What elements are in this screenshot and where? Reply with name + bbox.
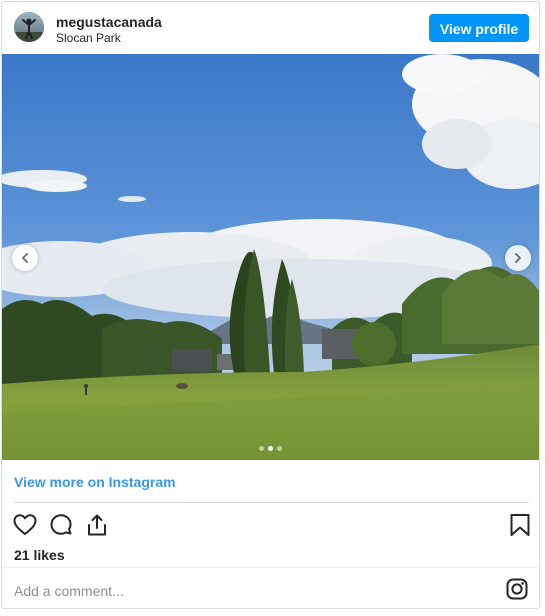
- comment-button[interactable]: [48, 512, 74, 538]
- share-button[interactable]: [84, 512, 110, 538]
- carousel-dot-active: [268, 446, 273, 451]
- username[interactable]: megustacanada: [56, 14, 162, 30]
- park-landscape-image: [2, 54, 539, 460]
- post-photo[interactable]: [2, 54, 539, 460]
- comment-icon: [50, 514, 72, 535]
- carousel-indicator: [259, 438, 286, 451]
- comment-input[interactable]: [12, 576, 486, 606]
- view-profile-button[interactable]: View profile: [429, 14, 529, 42]
- save-button[interactable]: [507, 512, 533, 538]
- view-more-on-instagram-link[interactable]: View more on Instagram: [14, 474, 176, 490]
- comment-divider: [2, 567, 539, 568]
- divider: [14, 502, 529, 503]
- likes-count[interactable]: 21 likes: [14, 547, 65, 563]
- instagram-logo-button[interactable]: [506, 578, 528, 600]
- post-header: megustacanada Slocan Park View profile: [2, 2, 539, 54]
- carousel-next-button[interactable]: [505, 245, 531, 271]
- carousel-dot: [277, 446, 282, 451]
- share-icon: [88, 514, 106, 536]
- bookmark-icon: [510, 514, 530, 536]
- avatar[interactable]: [14, 12, 44, 42]
- chevron-left-icon: [22, 253, 28, 263]
- like-button[interactable]: [12, 512, 38, 538]
- instagram-icon: [506, 578, 528, 600]
- carousel-dot: [259, 446, 264, 451]
- carousel-prev-button[interactable]: [12, 245, 38, 271]
- instagram-embed-card: megustacanada Slocan Park View profile V…: [1, 1, 540, 609]
- chevron-right-icon: [515, 253, 521, 263]
- heart-icon: [13, 514, 37, 535]
- location-label[interactable]: Slocan Park: [56, 31, 121, 45]
